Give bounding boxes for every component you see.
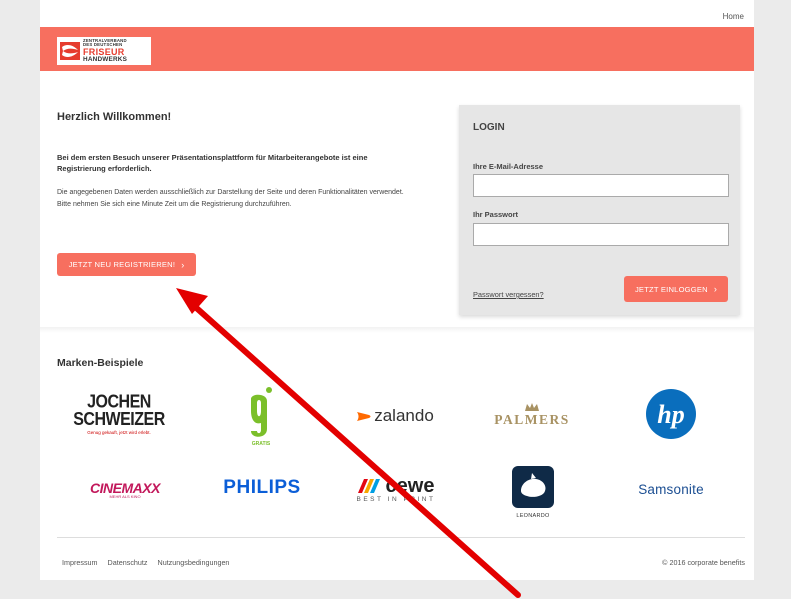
email-field[interactable] <box>473 174 729 197</box>
scissors-logo-icon <box>60 42 80 60</box>
top-nav: Home <box>40 0 754 27</box>
login-button-label: JETZT EINLOGGEN <box>634 284 708 294</box>
logo[interactable]: ZENTRALVERBAND DES DEUTSCHEN FRISEUR HAN… <box>57 37 151 65</box>
forgot-password-link[interactable]: Passwort vergessen? <box>473 290 544 299</box>
welcome-body: Die angegebenen Daten werden ausschließl… <box>57 189 404 208</box>
palmers-crown-icon <box>525 403 539 411</box>
hp-logo-icon: hp <box>646 389 696 439</box>
leonardo-logo-icon <box>512 465 554 508</box>
brand-zalando[interactable]: zalando <box>348 403 443 429</box>
login-title: LOGIN <box>473 122 505 133</box>
svg-text:GRATIS: GRATIS <box>252 441 271 447</box>
register-button-label: JETZT NEU REGISTRIEREN! <box>68 260 176 269</box>
brands-title: Marken-Beispiele <box>57 357 144 369</box>
brand-leonardo[interactable]: LEONARDO <box>510 460 556 524</box>
cewe-stripes-icon <box>357 479 380 493</box>
brand-philips[interactable]: PHILIPS <box>212 475 312 501</box>
chevron-right-icon: › <box>181 259 185 270</box>
password-label: Ihr Passwort <box>473 210 519 219</box>
brand-samsonite[interactable]: Samsonite <box>625 478 717 500</box>
footer-link-nutzungsbedingungen[interactable]: Nutzungsbedingungen <box>158 558 230 567</box>
welcome-section: Herzlich Willkommen! Bei dem ersten Besu… <box>57 111 407 211</box>
section-divider <box>40 327 754 333</box>
welcome-title: Herzlich Willkommen! <box>57 111 172 123</box>
svg-text:hp: hp <box>657 400 684 429</box>
login-panel: LOGIN Ihre E-Mail-Adresse Ihr Passwort P… <box>459 105 740 315</box>
brand-cewe[interactable]: cewe BEST IN PRINT <box>350 473 442 507</box>
page-container: Home ZENTRALVERBAND DES DEUTSCHEN FRISEU… <box>40 0 754 580</box>
footer-divider <box>57 537 745 538</box>
copyright-text: © 2016 corporate benefits <box>662 558 745 567</box>
brand-gratis[interactable]: GRATIS <box>245 385 277 447</box>
brand-palmers[interactable]: PALMERS <box>488 395 576 435</box>
register-button[interactable]: JETZT NEU REGISTRIEREN! › <box>57 253 196 276</box>
chevron-right-icon: › <box>713 284 718 294</box>
email-label: Ihre E-Mail-Adresse <box>473 162 544 171</box>
brand-jochen-schweizer[interactable]: JOCHEN SCHWEIZER Genug gekauft, jetzt wi… <box>60 390 178 440</box>
logo-text: ZENTRALVERBAND DES DEUTSCHEN FRISEUR HAN… <box>83 37 128 64</box>
brand-cinemaxx[interactable]: CINEMAXX MEHR ALS KINO <box>75 472 175 506</box>
footer-links: Impressum Datenschutz Nutzungsbedingunge… <box>62 558 237 567</box>
footer-link-impressum[interactable]: Impressum <box>62 558 98 567</box>
welcome-lead: Bei dem ersten Besuch unserer Präsentati… <box>57 153 368 173</box>
home-link[interactable]: Home <box>723 12 744 21</box>
footer-link-datenschutz[interactable]: Datenschutz <box>108 558 148 567</box>
gratis-g-icon: GRATIS <box>251 387 272 447</box>
zalando-flag-icon <box>357 412 371 421</box>
brand-hp[interactable]: hp <box>645 388 697 440</box>
login-button[interactable]: JETZT EINLOGGEN › <box>624 276 728 302</box>
password-field[interactable] <box>473 223 729 246</box>
header-banner: ZENTRALVERBAND DES DEUTSCHEN FRISEUR HAN… <box>40 27 754 71</box>
